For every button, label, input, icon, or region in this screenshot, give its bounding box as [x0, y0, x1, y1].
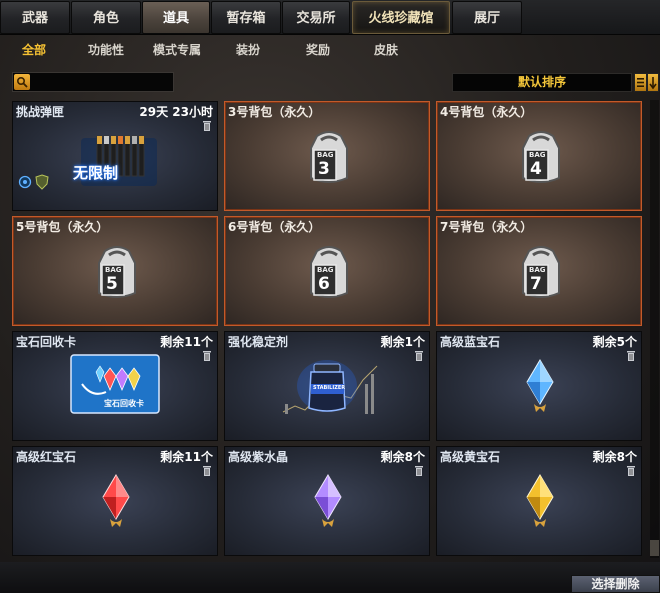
- item-name: 挑战弹匣: [16, 105, 65, 119]
- item-name: 高级黄宝石: [440, 450, 501, 464]
- blue-gem-icon: [525, 358, 555, 417]
- item-name: 高级紫水晶: [228, 450, 289, 464]
- tab-exchange[interactable]: 交易所: [282, 1, 350, 34]
- item-name: 7号背包（永久）: [440, 220, 533, 234]
- bag-number: 7: [530, 274, 542, 294]
- item-quantity: 剩余5个: [592, 335, 637, 349]
- item-card-backpack-6[interactable]: 6号背包（永久） BAG 6: [224, 216, 430, 326]
- subtab-skins[interactable]: 皮肤: [366, 40, 406, 60]
- bag-number: 3: [318, 159, 330, 179]
- stabilizer-bottle-icon: STABILIZER: [281, 354, 381, 416]
- item-card-backpack-4[interactable]: 4号背包（永久） BAG 4: [436, 101, 642, 211]
- tab-storage[interactable]: 暂存箱: [211, 1, 281, 34]
- item-name: 高级红宝石: [16, 450, 77, 464]
- trash-icon[interactable]: [202, 120, 212, 132]
- subtab-mode-exclusive[interactable]: 模式专属: [146, 40, 208, 60]
- backpack-icon: BAG 6: [305, 243, 353, 301]
- search-icon[interactable]: [14, 74, 30, 90]
- item-quantity: 剩余8个: [592, 450, 637, 464]
- item-card-stabilizer[interactable]: 强化稳定剂 剩余1个 STABILIZER: [224, 331, 430, 441]
- unlimited-label: 无限制: [73, 164, 119, 182]
- item-card-purple-gem[interactable]: 高级紫水晶 剩余8个: [224, 446, 430, 556]
- inventory-window: 武器 角色 道具 暂存箱 交易所 火线珍藏馆 展厅 全部 功能性 模式专属 装扮…: [0, 0, 660, 593]
- purple-gem-icon: [313, 473, 343, 532]
- bag-number: 4: [530, 159, 542, 179]
- card-text: 宝石回收卡: [104, 399, 144, 408]
- bag-label: BAG: [529, 151, 546, 159]
- trash-icon[interactable]: [626, 465, 636, 477]
- trash-icon[interactable]: [202, 465, 212, 477]
- trash-icon[interactable]: [414, 350, 424, 362]
- gem-recycle-card-icon: 宝石回收卡: [70, 354, 160, 414]
- trash-icon[interactable]: [202, 350, 212, 362]
- item-quantity: 剩余11个: [160, 450, 213, 464]
- search-box: [12, 72, 174, 92]
- item-card-challenge-clip[interactable]: 挑战弹匣 29天 23小时 无限制: [12, 101, 218, 211]
- red-gem-icon: [101, 473, 131, 532]
- target-icon: [18, 175, 32, 192]
- bag-label: BAG: [317, 266, 334, 274]
- item-quantity: 剩余8个: [380, 450, 425, 464]
- trash-icon[interactable]: [626, 350, 636, 362]
- sub-tab-bar: 全部 功能性 模式专属 装扮 奖励 皮肤: [0, 36, 660, 63]
- bag-number: 6: [318, 274, 330, 294]
- item-card-red-gem[interactable]: 高级红宝石 剩余11个: [12, 446, 218, 556]
- item-name: 5号背包（永久）: [16, 220, 109, 234]
- bag-number: 5: [106, 274, 118, 294]
- item-card-backpack-3[interactable]: 3号背包（永久） BAG 3: [224, 101, 430, 211]
- item-card-gem-recycle-card[interactable]: 宝石回收卡 剩余11个 宝石回收卡: [12, 331, 218, 441]
- shield-icon: [35, 174, 49, 193]
- item-card-yellow-gem[interactable]: 高级黄宝石 剩余8个: [436, 446, 642, 556]
- subtab-rewards[interactable]: 奖励: [298, 40, 338, 60]
- backpack-icon: BAG 5: [93, 243, 141, 301]
- bottle-label: STABILIZER: [313, 385, 346, 391]
- backpack-icon: BAG 4: [517, 128, 565, 186]
- item-name: 3号背包（永久）: [228, 105, 321, 119]
- list-view-icon[interactable]: [634, 73, 647, 92]
- item-quantity: 剩余1个: [380, 335, 425, 349]
- top-tab-bar: 武器 角色 道具 暂存箱 交易所 火线珍藏馆 展厅: [0, 0, 660, 35]
- tab-weapons[interactable]: 武器: [0, 1, 70, 34]
- backpack-icon: BAG 3: [305, 128, 353, 186]
- item-name: 6号背包（永久）: [228, 220, 321, 234]
- scrollbar-track[interactable]: [650, 100, 659, 558]
- item-card-backpack-5[interactable]: 5号背包（永久） BAG 5: [12, 216, 218, 326]
- tab-collection-hall[interactable]: 火线珍藏馆: [352, 1, 450, 34]
- item-name: 宝石回收卡: [16, 335, 77, 349]
- bag-label: BAG: [529, 266, 546, 274]
- trash-icon[interactable]: [414, 465, 424, 477]
- bag-label: BAG: [105, 266, 122, 274]
- subtab-all[interactable]: 全部: [14, 40, 54, 60]
- item-name: 高级蓝宝石: [440, 335, 501, 349]
- subtab-functional[interactable]: 功能性: [80, 40, 132, 60]
- scrollbar-thumb[interactable]: [650, 540, 659, 556]
- item-card-backpack-7[interactable]: 7号背包（永久） BAG 7: [436, 216, 642, 326]
- item-name: 4号背包（永久）: [440, 105, 533, 119]
- item-card-blue-gem[interactable]: 高级蓝宝石 剩余5个: [436, 331, 642, 441]
- sort-dropdown[interactable]: 默认排序: [452, 73, 632, 92]
- bottom-bar: [0, 562, 660, 593]
- item-quantity: 剩余11个: [160, 335, 213, 349]
- subtab-cosmetic[interactable]: 装扮: [228, 40, 268, 60]
- item-expiry: 29天 23小时: [139, 105, 213, 119]
- yellow-gem-icon: [525, 473, 555, 532]
- search-input[interactable]: [33, 74, 171, 90]
- item-name: 强化稳定剂: [228, 335, 289, 349]
- bag-label: BAG: [317, 151, 334, 159]
- select-delete-button[interactable]: 选择删除: [571, 575, 660, 593]
- tab-characters[interactable]: 角色: [71, 1, 141, 34]
- sort-order-icon[interactable]: [647, 73, 659, 92]
- tab-showroom[interactable]: 展厅: [452, 1, 522, 34]
- backpack-icon: BAG 7: [517, 243, 565, 301]
- tab-items[interactable]: 道具: [142, 1, 210, 34]
